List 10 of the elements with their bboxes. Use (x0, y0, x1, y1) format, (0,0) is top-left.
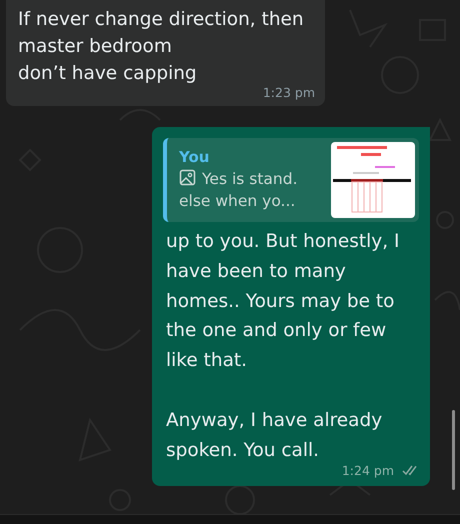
message-time: 1:24 pm (342, 463, 394, 478)
image-icon (179, 169, 196, 186)
message-text: up to you. But honestly, I have been to many homes.. Yours may be to the one and only or few like that. Anyway, I have already spoken. You call. (165, 230, 400, 463)
quoted-message[interactable]: You Yes is stand. else when yo... (163, 138, 419, 222)
quote-text: else when yo... (179, 192, 296, 210)
message-time: 1:23 pm (262, 85, 315, 100)
scrollbar[interactable] (452, 410, 455, 490)
message-text: If never change direction, then master bedroom don’t have capping (18, 8, 305, 86)
quote-author: You (179, 148, 210, 166)
quote-text: Yes is stand. (202, 170, 298, 188)
